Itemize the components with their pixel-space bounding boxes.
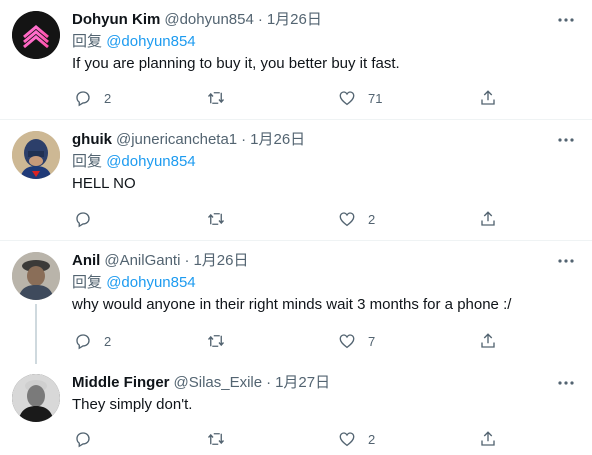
reply-prefix: 回复 [72, 274, 103, 291]
heart-icon [339, 334, 355, 349]
reply-button[interactable]: 2 [74, 331, 111, 351]
tweet-text: They simply don't. [72, 396, 193, 413]
share-icon [481, 431, 495, 446]
tweet-actions: 2 7 [72, 331, 512, 351]
separator-dot: · [241, 131, 247, 148]
tweet[interactable]: Anil @AnilGanti · 1月26日 回复 @dohyun854 wh… [0, 241, 592, 364]
heart-icon [339, 91, 355, 106]
mention-link[interactable]: @dohyun854 [106, 153, 195, 170]
like-button[interactable]: 71 [338, 88, 382, 108]
author-name[interactable]: Middle Finger [72, 373, 170, 393]
author-handle[interactable]: @junericancheta1 [116, 130, 237, 150]
reply-button[interactable] [74, 209, 104, 229]
reply-icon [76, 212, 90, 228]
reply-icon [76, 91, 90, 107]
replying-to: 回复 @dohyun854 [72, 32, 576, 52]
tweet-date[interactable]: 1月26日 [193, 251, 248, 271]
avatar[interactable] [12, 131, 60, 179]
author-name[interactable]: Dohyun Kim [72, 10, 160, 30]
share-icon [481, 333, 495, 348]
separator-dot: · [266, 374, 272, 391]
reply-button[interactable] [74, 429, 104, 449]
like-count: 2 [368, 211, 376, 227]
author-handle[interactable]: @AnilGanti [104, 251, 180, 271]
share-button[interactable] [479, 209, 497, 229]
retweet-icon [207, 335, 225, 347]
reply-prefix: 回复 [72, 33, 103, 50]
separator-dot: · [184, 252, 190, 269]
separator-dot: · [257, 11, 263, 28]
share-button[interactable] [479, 88, 497, 108]
tweet-actions: 2 [72, 429, 512, 449]
tweet-date[interactable]: 1月27日 [275, 373, 330, 393]
avatar[interactable] [12, 374, 60, 422]
like-count: 7 [368, 333, 376, 349]
share-button[interactable] [479, 331, 497, 351]
author-handle[interactable]: @Silas_Exile [174, 373, 263, 393]
more-options-icon[interactable] [556, 373, 576, 393]
author-handle[interactable]: @dohyun854 [164, 10, 253, 30]
heart-icon [339, 212, 355, 227]
retweet-icon [207, 213, 225, 225]
like-button[interactable]: 7 [338, 331, 375, 351]
avatar[interactable] [12, 252, 60, 300]
tweet-header: Dohyun Kim @dohyun854 · 1月26日 [72, 10, 576, 30]
tweet[interactable]: Middle Finger @Silas_Exile · 1月27日 They … [0, 363, 592, 455]
more-options-icon[interactable] [556, 251, 576, 271]
retweet-icon [207, 92, 225, 104]
tweet-text: HELL NO [72, 175, 136, 192]
author-name[interactable]: Anil [72, 251, 100, 271]
retweet-button[interactable] [206, 331, 238, 351]
author-name[interactable]: ghuik [72, 130, 112, 150]
tweet[interactable]: Dohyun Kim @dohyun854 · 1月26日 回复 @dohyun… [0, 0, 592, 119]
more-options-icon[interactable] [556, 130, 576, 150]
like-button[interactable]: 2 [338, 209, 375, 229]
avatar[interactable] [12, 11, 60, 59]
tweet-actions: 2 71 [72, 88, 512, 108]
thread-line [35, 304, 37, 364]
tweet-date[interactable]: 1月26日 [267, 10, 322, 30]
reply-icon [76, 334, 90, 350]
like-count: 71 [368, 90, 383, 106]
mention-link[interactable]: @dohyun854 [106, 33, 195, 50]
like-count: 2 [368, 431, 376, 447]
replying-to: 回复 @dohyun854 [72, 152, 576, 172]
reply-count: 2 [104, 333, 112, 349]
reply-count: 2 [104, 90, 112, 106]
reply-button[interactable]: 2 [74, 88, 111, 108]
tweet-text: why would anyone in their right minds wa… [72, 296, 512, 313]
retweet-button[interactable] [206, 88, 238, 108]
tweet[interactable]: ghuik @junericancheta1 · 1月26日 回复 @dohyu… [0, 120, 592, 240]
share-icon [481, 90, 495, 105]
tweet-header: Middle Finger @Silas_Exile · 1月27日 [72, 373, 576, 393]
tweet-date[interactable]: 1月26日 [250, 130, 305, 150]
tweet-header: ghuik @junericancheta1 · 1月26日 [72, 130, 576, 150]
share-icon [481, 211, 495, 226]
share-button[interactable] [479, 429, 497, 449]
more-options-icon[interactable] [556, 10, 576, 30]
replying-to: 回复 @dohyun854 [72, 273, 576, 293]
user-avatar-icon [12, 374, 60, 422]
reply-prefix: 回复 [72, 153, 103, 170]
tweet-actions: 2 [72, 209, 512, 229]
retweet-button[interactable] [206, 209, 238, 229]
like-button[interactable]: 2 [338, 429, 375, 449]
tweet-header: Anil @AnilGanti · 1月26日 [72, 251, 576, 271]
superhero-avatar-icon [12, 131, 60, 179]
retweet-icon [207, 433, 225, 445]
user-avatar-icon [12, 252, 60, 300]
reply-icon [76, 432, 90, 448]
retweet-button[interactable] [206, 429, 238, 449]
mention-link[interactable]: @dohyun854 [106, 274, 195, 291]
tweet-text: If you are planning to buy it, you bette… [72, 55, 400, 72]
chevron-logo-avatar-icon [12, 11, 60, 59]
heart-icon [339, 432, 355, 447]
